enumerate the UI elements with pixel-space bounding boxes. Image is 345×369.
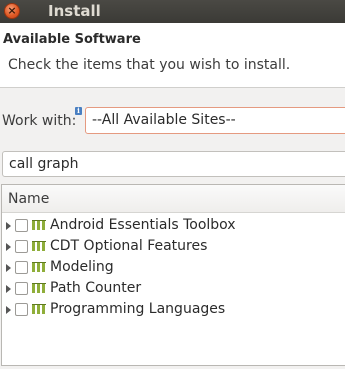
tree-row[interactable]: Path Counter — [2, 278, 345, 299]
expand-arrow-icon[interactable] — [6, 243, 11, 251]
tree-row[interactable]: Programming Languages — [2, 299, 345, 320]
category-icon — [32, 241, 46, 251]
window-title: Install — [48, 2, 101, 20]
header-banner: Available Software Check the items that … — [0, 23, 345, 88]
row-checkbox[interactable] — [15, 261, 28, 274]
category-icon — [32, 262, 46, 272]
tree-row[interactable]: Modeling — [2, 257, 345, 278]
software-tree: Name Android Essentials Toolbox CDT Opti — [1, 184, 345, 366]
tree-row[interactable]: CDT Optional Features — [2, 236, 345, 257]
expand-arrow-icon[interactable] — [6, 306, 11, 314]
tree-body: Android Essentials Toolbox CDT Optional … — [2, 213, 345, 320]
row-label: Modeling — [50, 259, 114, 275]
tree-row[interactable]: Android Essentials Toolbox — [2, 215, 345, 236]
close-icon[interactable]: × — [4, 3, 20, 19]
row-checkbox[interactable] — [15, 219, 28, 232]
expand-arrow-icon[interactable] — [6, 264, 11, 272]
page-description: Check the items that you wish to install… — [8, 57, 291, 73]
row-label: Android Essentials Toolbox — [50, 217, 236, 233]
category-icon — [32, 283, 46, 293]
category-icon — [32, 220, 46, 230]
row-label: CDT Optional Features — [50, 238, 208, 254]
expand-arrow-icon[interactable] — [6, 222, 11, 230]
page-title: Available Software — [3, 32, 141, 47]
info-icon: i — [75, 107, 82, 115]
row-checkbox[interactable] — [15, 303, 28, 316]
row-label: Path Counter — [50, 280, 142, 296]
row-checkbox[interactable] — [15, 240, 28, 253]
filter-input[interactable]: call graph — [2, 151, 345, 177]
expand-arrow-icon[interactable] — [6, 285, 11, 293]
name-column-header[interactable]: Name — [2, 185, 345, 213]
category-icon — [32, 304, 46, 314]
row-checkbox[interactable] — [15, 282, 28, 295]
row-label: Programming Languages — [50, 301, 226, 317]
work-with-label: Work with: — [2, 113, 77, 129]
title-bar: × Install — [0, 0, 345, 24]
work-with-combo[interactable]: --All Available Sites-- — [85, 107, 345, 134]
